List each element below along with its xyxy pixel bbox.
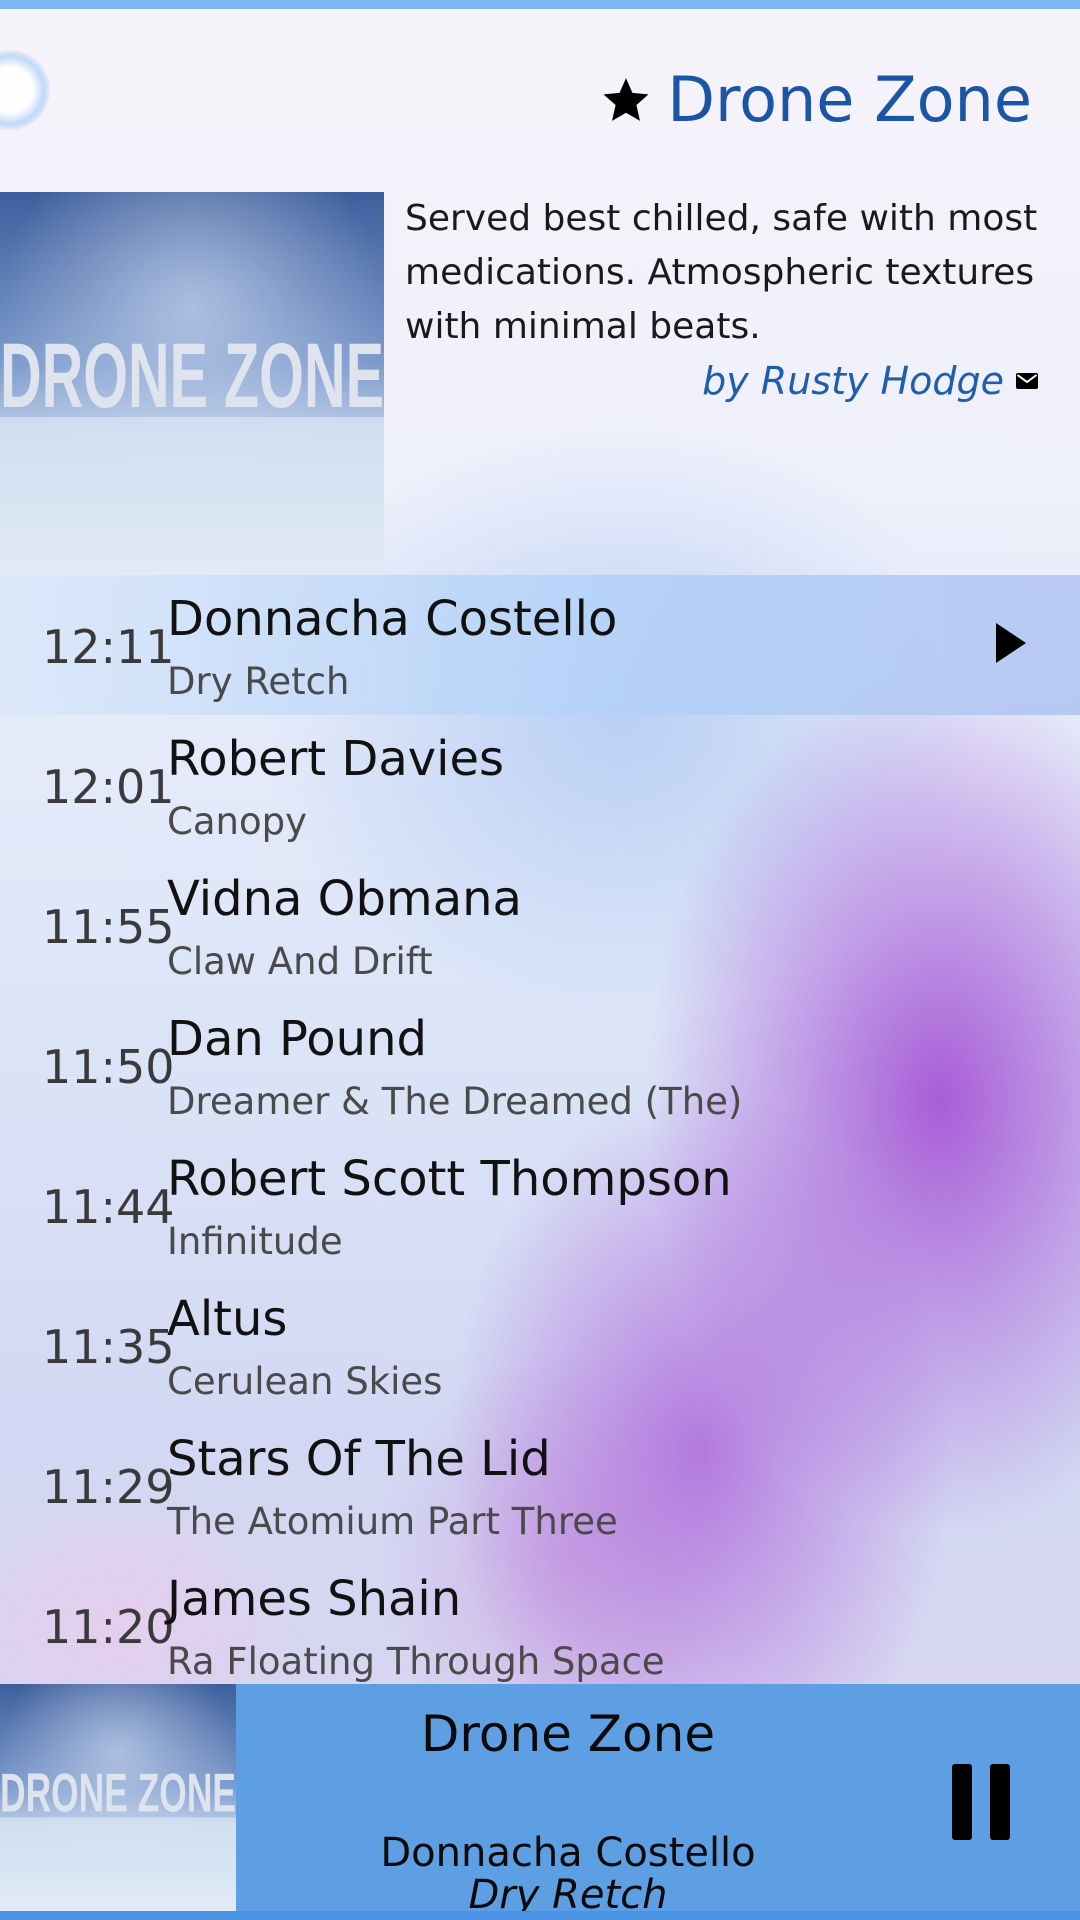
track-row[interactable]: 11:44 Robert Scott Thompson Infinitude	[0, 1135, 1080, 1275]
author-link[interactable]: by Rusty Hodge	[702, 359, 1004, 403]
track-history-list[interactable]: 12:11 Donnacha Costello Dry Retch 12:01 …	[0, 575, 1080, 1683]
track-row[interactable]: 11:55 Vidna Obmana Claw And Drift	[0, 855, 1080, 995]
track-row[interactable]: 11:29 Stars Of The Lid The Atomium Part …	[0, 1415, 1080, 1555]
station-cover-art: DRONE ZONE	[0, 192, 384, 575]
now-playing-bar[interactable]: Drone Zone Donnacha Costello Dry Retch	[236, 1684, 1080, 1918]
top-accent-strip	[0, 0, 1080, 9]
player-station-name: Drone Zone	[420, 1705, 716, 1763]
decorative-glow	[0, 50, 50, 130]
station-header: Drone Zone	[601, 60, 1032, 140]
star-icon[interactable]	[601, 75, 651, 125]
track-time: 11:55	[42, 900, 175, 954]
page-title: Drone Zone	[667, 63, 1032, 136]
track-time: 11:50	[42, 1040, 175, 1094]
cover-logo-text: DRONE ZONE	[0, 325, 384, 427]
track-row-current[interactable]: 12:11 Donnacha Costello Dry Retch	[0, 575, 1080, 715]
track-time: 11:44	[42, 1180, 175, 1234]
cover-logo-text: DRONE ZONE	[0, 1762, 236, 1823]
player-artist: Donnacha Costello	[380, 1830, 756, 1876]
mail-icon[interactable]	[1016, 373, 1038, 389]
track-time: 12:01	[42, 760, 175, 814]
track-artist: Donnacha Costello	[167, 591, 618, 647]
track-time: 11:20	[42, 1600, 175, 1654]
track-title: The Atomium Part Three	[167, 1500, 618, 1543]
track-artist: Altus	[167, 1291, 288, 1347]
track-row[interactable]: 12:01 Robert Davies Canopy	[0, 715, 1080, 855]
track-artist: Robert Davies	[167, 731, 505, 787]
track-row[interactable]: 11:20 James Shain Ra Floating Through Sp…	[0, 1555, 1080, 1683]
track-title: Ra Floating Through Space	[167, 1640, 665, 1683]
player-cover-art[interactable]: DRONE ZONE	[0, 1684, 236, 1911]
pause-icon[interactable]	[950, 1762, 1012, 1842]
track-row[interactable]: 11:35 Altus Cerulean Skies	[0, 1275, 1080, 1415]
track-artist: James Shain	[167, 1571, 462, 1627]
track-title: Cerulean Skies	[167, 1360, 443, 1403]
track-title: Canopy	[167, 800, 307, 843]
track-artist: Robert Scott Thompson	[167, 1151, 732, 1207]
track-title: Infinitude	[167, 1220, 343, 1263]
track-time: 11:29	[42, 1460, 175, 1514]
track-title: Dreamer & The Dreamed (The)	[167, 1080, 743, 1123]
track-artist: Vidna Obmana	[167, 871, 522, 927]
track-artist: Dan Pound	[167, 1011, 427, 1067]
station-description: Served best chilled, safe with most medi…	[405, 198, 1038, 347]
track-title: Claw And Drift	[167, 940, 433, 983]
bottom-accent-strip	[0, 1911, 1080, 1920]
track-time: 12:11	[42, 620, 175, 674]
track-row[interactable]: 11:50 Dan Pound Dreamer & The Dreamed (T…	[0, 995, 1080, 1135]
play-icon[interactable]	[994, 621, 1028, 665]
station-author[interactable]: by Rusty Hodge	[702, 354, 1038, 408]
track-artist: Stars Of The Lid	[167, 1431, 551, 1487]
track-title: Dry Retch	[167, 660, 350, 703]
track-time: 11:35	[42, 1320, 175, 1374]
